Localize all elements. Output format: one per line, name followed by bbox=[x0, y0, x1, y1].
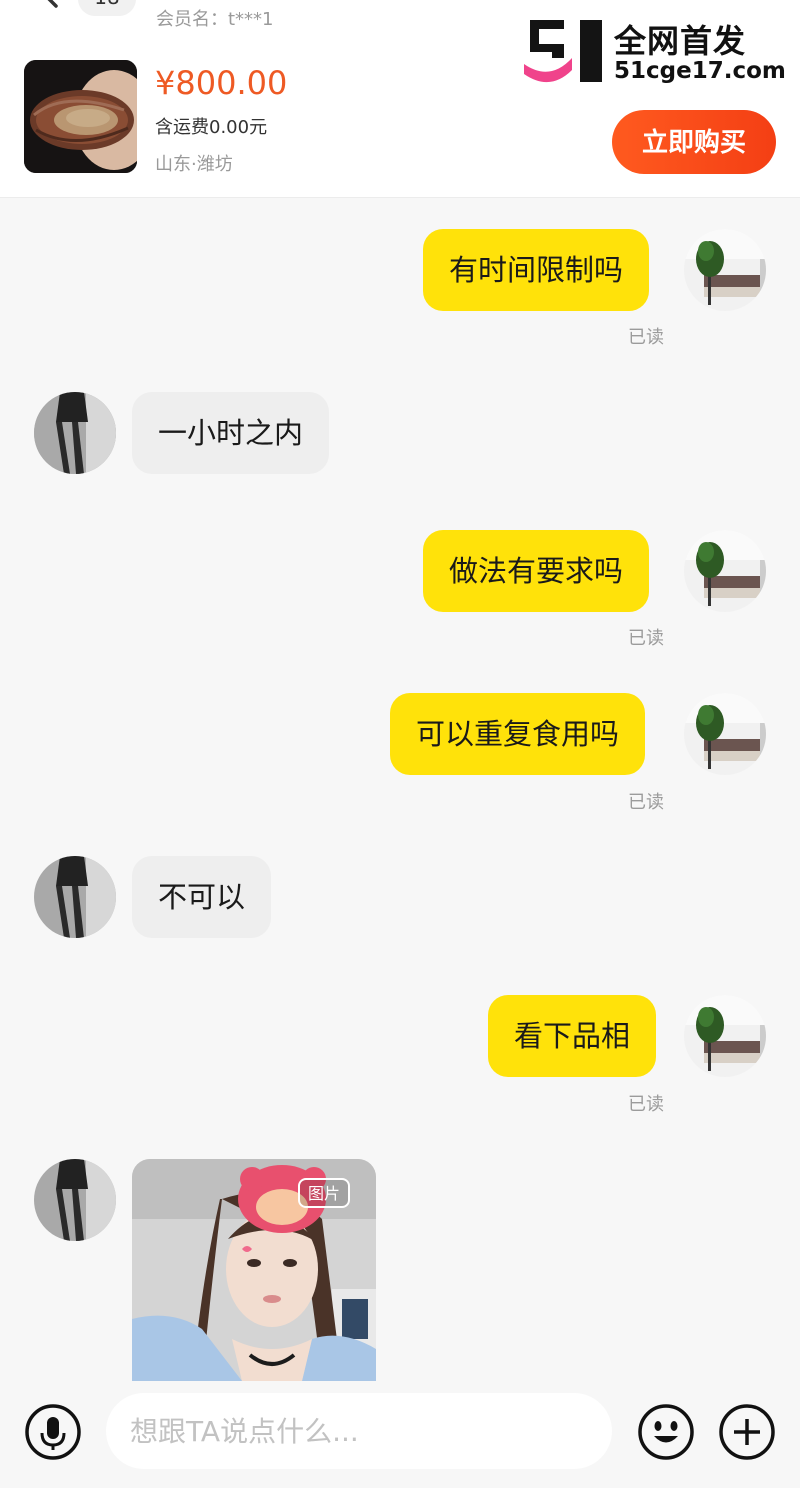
seller-location: 山东·潍坊 bbox=[155, 154, 233, 175]
back-icon[interactable] bbox=[36, 0, 66, 10]
read-status: 已读 bbox=[628, 327, 664, 348]
my-avatar[interactable] bbox=[684, 530, 766, 612]
seller-avatar[interactable] bbox=[34, 856, 116, 938]
my-avatar[interactable] bbox=[684, 229, 766, 311]
microphone-icon[interactable] bbox=[24, 1403, 82, 1461]
chat-page: 18 会员名：t***1 ¥800.00 含运费0.00元 山东·潍坊 51 bbox=[0, 0, 800, 1488]
read-status: 已读 bbox=[628, 792, 664, 813]
watermark-url: 51cge17.com bbox=[614, 58, 786, 84]
my-avatar[interactable] bbox=[684, 693, 766, 775]
product-thumbnail[interactable] bbox=[24, 60, 137, 173]
message-bubble-sent[interactable]: 有时间限制吗 bbox=[423, 229, 650, 311]
read-status: 已读 bbox=[628, 628, 664, 649]
message-bubble-received[interactable]: 一小时之内 bbox=[132, 392, 330, 474]
message-bubble-sent[interactable]: 做法有要求吗 bbox=[423, 530, 650, 612]
message-bubble-sent[interactable]: 看下品相 bbox=[488, 995, 657, 1077]
product-header: 18 会员名：t***1 ¥800.00 含运费0.00元 山东·潍坊 51 bbox=[0, 0, 800, 198]
product-price: ¥800.00 bbox=[155, 64, 288, 102]
image-message[interactable]: 图片 bbox=[132, 1159, 376, 1381]
seller-avatar[interactable] bbox=[34, 392, 116, 474]
chat-list[interactable]: 有时间限制吗 已读 一小时之内 做法有要求吗 已读 可以重复食用吗 已读 不可以… bbox=[0, 199, 800, 1381]
my-avatar[interactable] bbox=[684, 995, 766, 1077]
member-name: 会员名：t***1 bbox=[156, 9, 274, 30]
image-badge: 图片 bbox=[298, 1178, 351, 1208]
unread-count-badge[interactable]: 18 bbox=[78, 0, 136, 16]
emoji-icon[interactable] bbox=[637, 1403, 695, 1461]
input-bar bbox=[0, 1381, 800, 1488]
plus-icon[interactable] bbox=[718, 1403, 776, 1461]
message-bubble-sent[interactable]: 可以重复食用吗 bbox=[390, 693, 646, 775]
read-status: 已读 bbox=[628, 1094, 664, 1115]
watermark-title: 全网首发 bbox=[614, 22, 747, 60]
seller-avatar[interactable] bbox=[34, 1159, 116, 1241]
shipping-fee: 含运费0.00元 bbox=[155, 117, 268, 138]
message-input[interactable] bbox=[106, 1393, 612, 1469]
buy-now-button[interactable]: 立即购买 bbox=[612, 110, 776, 174]
message-bubble-received[interactable]: 不可以 bbox=[132, 856, 272, 938]
watermark-logo: 51 bbox=[524, 20, 602, 83]
